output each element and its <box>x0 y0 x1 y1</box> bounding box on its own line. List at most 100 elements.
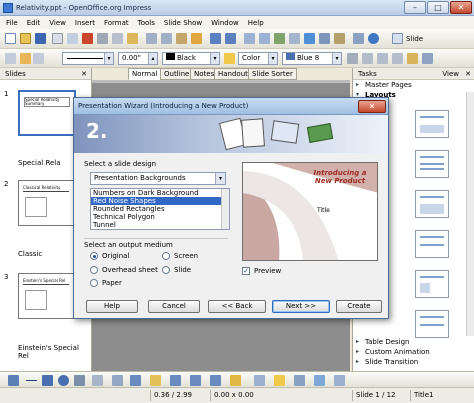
radio-screen[interactable] <box>162 252 170 260</box>
layout-thumbnail[interactable] <box>415 270 449 298</box>
radio-original[interactable] <box>90 252 98 260</box>
radio-slide[interactable] <box>162 266 170 274</box>
clone-format-icon[interactable] <box>191 33 202 44</box>
line-color-select[interactable]: Black ▾ <box>162 52 220 65</box>
spellcheck-icon[interactable] <box>112 33 123 44</box>
layout-thumbnail[interactable] <box>415 230 449 258</box>
tab-slide-sorter[interactable]: Slide Sorter <box>248 68 297 80</box>
menu-slide-show[interactable]: Slide Show <box>164 19 202 27</box>
tab-outline[interactable]: Outline <box>160 68 194 80</box>
save-icon[interactable] <box>35 33 46 44</box>
points-icon[interactable] <box>254 375 265 386</box>
chart-icon[interactable] <box>244 33 255 44</box>
gallery-toggle-icon[interactable] <box>314 375 325 386</box>
extrusion-icon[interactable] <box>334 375 345 386</box>
bring-front-icon[interactable] <box>407 53 418 64</box>
menu-insert[interactable]: Insert <box>75 19 95 27</box>
slide-icon[interactable] <box>392 33 403 44</box>
area-color-select[interactable]: Blue 8 ▾ <box>282 52 342 65</box>
radio-overhead-sheet[interactable] <box>90 266 98 274</box>
menu-file[interactable]: File <box>6 19 18 27</box>
tasks-scrollbar[interactable] <box>466 92 474 336</box>
slide-button-label[interactable]: Slide <box>406 35 423 43</box>
layout-thumbnail[interactable] <box>415 190 449 218</box>
slide-thumbnail-1[interactable]: Special Relativity Summary <box>18 90 76 136</box>
layout-thumbnail[interactable] <box>415 310 449 338</box>
redo-icon[interactable] <box>225 33 236 44</box>
close-pane-icon[interactable]: ✕ <box>81 68 87 80</box>
minimize-button[interactable]: – <box>404 1 426 14</box>
shadow-icon[interactable] <box>347 53 358 64</box>
edit-file-icon[interactable] <box>67 33 78 44</box>
tab-handout[interactable]: Handout <box>214 68 252 80</box>
text-tool-icon[interactable] <box>92 375 103 386</box>
preview-checkbox[interactable]: ✓ <box>242 267 250 275</box>
cancel-button[interactable]: Cancel <box>148 300 200 313</box>
export-pdf-icon[interactable] <box>82 33 93 44</box>
layout-thumbnail[interactable] <box>415 150 449 178</box>
new-document-icon[interactable] <box>5 33 16 44</box>
area-icon[interactable] <box>224 53 235 64</box>
list-item[interactable]: Tunnel <box>91 221 229 229</box>
list-item[interactable]: Numbers on Dark Background <box>91 189 229 197</box>
close-button[interactable]: ✕ <box>450 1 472 14</box>
tab-normal[interactable]: Normal <box>128 68 162 80</box>
area-style-select[interactable]: Color ▾ <box>238 52 278 65</box>
zoom-icon[interactable] <box>353 33 364 44</box>
flowchart-icon[interactable] <box>190 375 201 386</box>
line-style-select[interactable]: ▾ <box>62 52 114 65</box>
dialog-close-button[interactable]: ✕ <box>358 100 386 113</box>
line-arrow-icon[interactable] <box>20 53 31 64</box>
cut-icon[interactable] <box>146 33 157 44</box>
task-section-custom-animation[interactable]: ▸ Custom Animation <box>353 347 463 357</box>
block-arrows-icon[interactable] <box>170 375 181 386</box>
menu-format[interactable]: Format <box>104 19 129 27</box>
line-tool-icon[interactable] <box>26 380 37 381</box>
line-dialog-icon[interactable] <box>5 53 16 64</box>
maximize-button[interactable]: □ <box>427 1 449 14</box>
paste-icon[interactable] <box>176 33 187 44</box>
next-button[interactable]: Next >> <box>272 300 330 313</box>
slide-thumbnail-2[interactable]: Classical Relativity <box>18 180 76 226</box>
basic-shapes-icon[interactable] <box>130 375 141 386</box>
from-file-icon[interactable] <box>294 375 305 386</box>
menu-edit[interactable]: Edit <box>27 19 41 27</box>
task-section-table-design[interactable]: ▸ Table Design <box>353 337 463 347</box>
design-listbox[interactable]: Numbers on Dark Background Red Noise Sha… <box>90 188 230 230</box>
open-folder-icon[interactable] <box>20 33 31 44</box>
radio-paper[interactable] <box>90 279 98 287</box>
send-back-icon[interactable] <box>422 53 433 64</box>
slide-thumbnail-3[interactable]: Einstein's Special Rel <box>18 273 76 319</box>
navigator-icon[interactable] <box>319 33 330 44</box>
line-width-field[interactable]: 0.00" ▴ <box>118 52 158 65</box>
arrow-style-icon[interactable] <box>33 53 44 64</box>
menu-view[interactable]: View <box>49 19 66 27</box>
text-box-icon[interactable] <box>289 33 300 44</box>
callouts-icon[interactable] <box>210 375 221 386</box>
select-arrow-icon[interactable] <box>8 375 19 386</box>
menu-tools[interactable]: Tools <box>138 19 155 27</box>
connector-icon[interactable] <box>112 375 123 386</box>
tasks-view-menu[interactable]: View <box>442 68 459 80</box>
table-icon[interactable] <box>259 33 270 44</box>
hyperlink-icon[interactable] <box>304 33 315 44</box>
back-button[interactable]: << Back <box>208 300 266 313</box>
design-category-select[interactable]: Presentation Backgrounds ▾ <box>90 172 226 185</box>
ellipse-tool-icon[interactable] <box>58 375 69 386</box>
layout-thumbnail[interactable] <box>415 110 449 138</box>
align-icon[interactable] <box>377 53 388 64</box>
help-icon[interactable] <box>368 33 379 44</box>
list-item-selected[interactable]: Red Noise Shapes <box>91 197 229 205</box>
task-section-master-pages[interactable]: ▸ Master Pages <box>353 80 474 90</box>
menu-window[interactable]: Window <box>211 19 239 27</box>
undo-icon[interactable] <box>210 33 221 44</box>
autospell-icon[interactable] <box>127 33 138 44</box>
curve-tool-icon[interactable] <box>74 375 85 386</box>
copy-icon[interactable] <box>161 33 172 44</box>
gallery-icon[interactable] <box>334 33 345 44</box>
stars-icon[interactable] <box>230 375 241 386</box>
listbox-scrollbar[interactable] <box>221 189 229 229</box>
task-section-slide-transition[interactable]: ▸ Slide Transition <box>353 357 463 367</box>
print-icon[interactable] <box>97 33 108 44</box>
email-icon[interactable] <box>52 33 63 44</box>
